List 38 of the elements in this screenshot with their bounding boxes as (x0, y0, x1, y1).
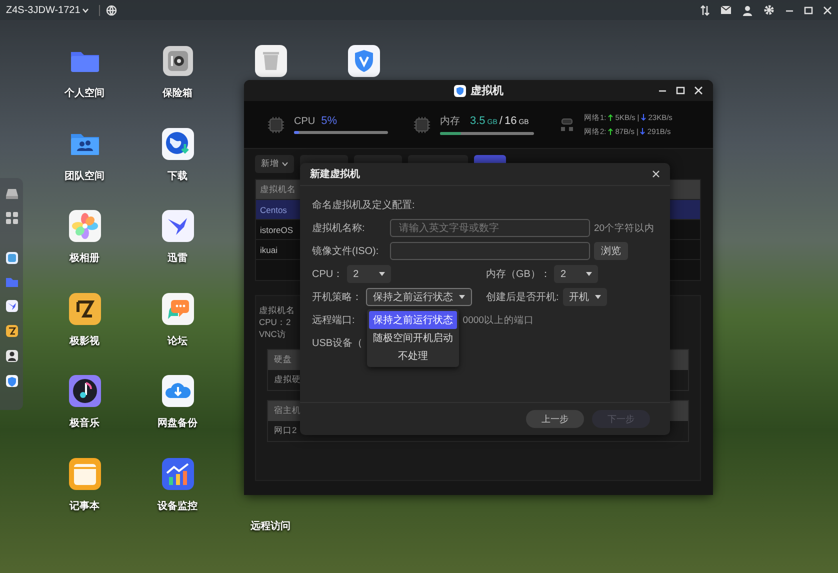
field-label: CPU： (312, 268, 344, 281)
detail-line: 虚拟机名 (259, 304, 295, 316)
app-label: 记事本 (70, 500, 100, 512)
field-label: 镜像文件(ISO): (312, 244, 380, 258)
table-cell-text: 虚拟硬 (273, 373, 302, 386)
app-label: 网盘备份 (158, 416, 198, 430)
field-label: 开机策略： (312, 290, 362, 304)
dialog-title: 新建虚拟机 (310, 167, 360, 181)
detail-line: VNC访 (259, 328, 286, 340)
app-label: 远程访问 (250, 521, 290, 532)
app-label: 团队空间 (64, 170, 104, 182)
memory-used: 3.5 (470, 115, 486, 127)
field-label: 虚拟机名称: (312, 222, 366, 235)
field-label: 远程端口: (312, 314, 355, 327)
window-title: 虚拟机 (470, 84, 504, 98)
app-label: 极相册 (70, 252, 100, 265)
app-label: 极音乐 (70, 416, 100, 430)
device-name: Z4S-3JDW-1721 (6, 4, 80, 16)
field-hint: 20个字符以内 (594, 222, 655, 234)
field-label: 创建后是否开机: (486, 290, 559, 304)
app-label: 个人空间 (64, 86, 104, 100)
detail-line: CPU：2 (259, 316, 291, 328)
field-hint: 0000以上的端口 (462, 314, 534, 326)
app-label: 论坛 (168, 334, 188, 348)
memory-label: 内存 (440, 114, 460, 128)
memory-total: 16 (504, 115, 517, 127)
field-label: USB设备（ (312, 337, 363, 350)
app-label: 极影视 (70, 334, 100, 348)
field-label: 内存（GB）： (486, 268, 550, 281)
cpu-label: CPU (294, 116, 316, 127)
table-cell-text: 网口2 (273, 424, 298, 437)
cpu-usage: 5% (321, 115, 338, 127)
app-label: 保险箱 (162, 86, 192, 100)
app-label: 迅雷 (168, 252, 188, 265)
section-label: 命名虚拟机及定义配置: (312, 198, 415, 212)
app-label: 设备监控 (158, 500, 198, 512)
app-label: 下载 (168, 170, 188, 182)
memory-separator: / (499, 115, 502, 127)
